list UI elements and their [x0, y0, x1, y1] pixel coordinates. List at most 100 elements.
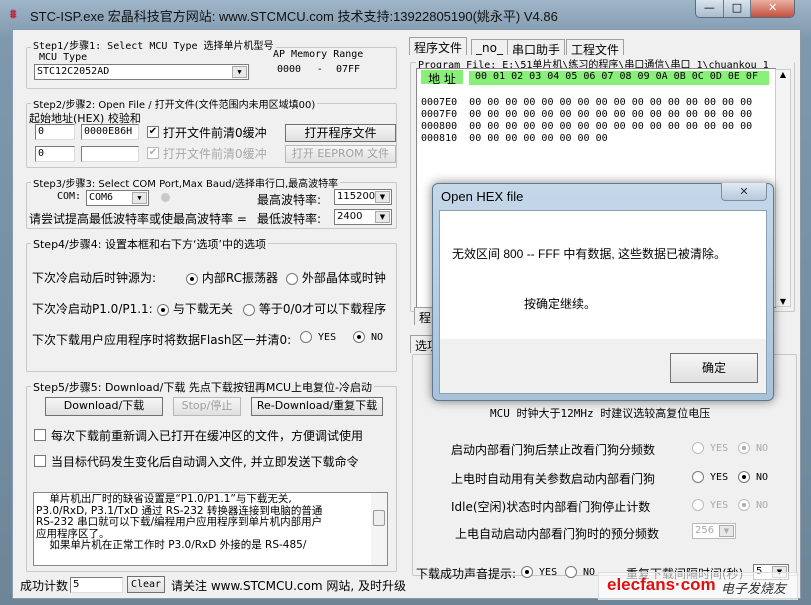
min-baud-select[interactable]: 2400 ▼	[334, 209, 392, 225]
sound-label: 下载成功声音提示:	[416, 567, 517, 581]
step3-title: Step3/步骤3: Select COM Port,Max Baud/选择串行…	[31, 175, 341, 190]
watermark-cn: 电子发烧友	[721, 582, 787, 597]
clock-internal-text: 内部RC振荡器	[201, 271, 278, 285]
watermark-logo: elecfans·com	[607, 575, 716, 594]
radio[interactable]	[738, 499, 750, 511]
success-count-field[interactable]: 5	[70, 577, 123, 593]
reload-before-download-label: 每次下载前重新调入已打开在缓冲区的文件，方便调试使用	[51, 429, 364, 443]
download-button[interactable]: Download/下载	[45, 397, 163, 416]
reload-before-download-checkbox[interactable]	[34, 429, 46, 441]
flash-clear-no-radio[interactable]	[353, 331, 365, 343]
start-address-input[interactable]: 0	[35, 124, 75, 140]
flash-clear-yes-radio[interactable]	[300, 331, 312, 343]
no-text: NO	[583, 567, 596, 578]
dialog-prompt: 按确定继续。	[524, 297, 597, 311]
clear-button[interactable]: Clear	[127, 576, 165, 593]
clock-internal-radio[interactable]	[186, 272, 198, 285]
radio[interactable]	[521, 566, 533, 578]
radio[interactable]	[692, 499, 704, 511]
wdt-option-label: 启动内部看门狗后禁止改看门狗分频数	[451, 443, 656, 457]
p1-independent-radio[interactable]	[157, 303, 169, 316]
p1-zero-option[interactable]: 等于0/0才可以下载程序	[243, 300, 386, 317]
ok-button[interactable]: 确定	[670, 353, 758, 383]
baud-hint: 请尝试提高最低波特率或使最高波特率 =	[29, 212, 247, 226]
scroll-up-icon[interactable]: ▲	[776, 70, 790, 79]
clear-buffer-checkbox[interactable]: ✔	[147, 126, 159, 138]
p1-label: 下次冷启动P1.0/P1.1:	[32, 302, 153, 316]
radio[interactable]	[565, 566, 577, 578]
eeprom-address-input[interactable]: 0	[35, 146, 75, 162]
prescale-value: 256	[695, 525, 715, 536]
scroll-thumb[interactable]	[373, 510, 385, 526]
tab-project-file[interactable]: 工程文件	[566, 39, 625, 57]
p1-zero-radio[interactable]	[243, 303, 255, 316]
radio[interactable]	[692, 442, 704, 454]
hex-scrollbar[interactable]: ▲ ▼	[775, 69, 791, 307]
column-header: 00 01 02 03 04 05 06 07 08 09 0A 0B 0C 0…	[469, 71, 769, 85]
wdt-idle-label: Idle(空闲)状态时内部看门狗停止计数	[451, 500, 651, 514]
max-baud-label: 最高波特率:	[257, 193, 322, 207]
info-textarea[interactable]: 单片机出厂时的缺省设置是“P1.0/P1.1”与下载无关, P3.0/RxD, …	[33, 492, 388, 566]
eeprom-checksum-field[interactable]	[81, 146, 139, 162]
sound-no-option[interactable]: NO	[565, 566, 595, 578]
dialog-close-button[interactable]: ✕	[721, 183, 767, 201]
clock-source-label: 下次冷启动后时钟源为:	[32, 271, 157, 285]
wdt-option-yes[interactable]: YES	[692, 442, 728, 454]
redownload-button[interactable]: Re-Download/重复下载	[251, 397, 383, 416]
prescale-label: 上电自动启动内部看门狗时的预分频数	[455, 527, 660, 541]
maximize-button[interactable]: □	[723, 0, 752, 17]
hex-address: 000800	[421, 121, 458, 132]
status-led-icon	[161, 193, 170, 202]
hex-row: 000810 00 00 00 00 00 00 00 00	[421, 133, 752, 145]
eeprom-clear-label: 打开文件前清0缓冲	[163, 147, 267, 161]
flash-clear-yes-text: YES	[318, 332, 337, 343]
wdt-option-no[interactable]: NO	[738, 442, 768, 454]
wdt-idle-yes[interactable]: YES	[692, 499, 728, 511]
min-baud-value: 2400	[337, 211, 363, 222]
info-scrollbar[interactable]	[371, 493, 387, 565]
eeprom-clear-checkbox[interactable]: ✔	[147, 147, 159, 159]
wdt-auto-no[interactable]: NO	[738, 471, 768, 483]
flash-clear-yes-option[interactable]: YES	[300, 331, 336, 343]
clock-internal-option[interactable]: 内部RC振荡器	[186, 269, 278, 286]
open-program-file-button[interactable]: 打开程序文件	[285, 124, 396, 142]
title-bar: ⩩ STC-ISP.exe 宏晶科技官方网站: www.STCMCU.com 技…	[0, 0, 811, 28]
stop-button[interactable]: Stop/停止	[173, 397, 241, 416]
auto-reload-checkbox[interactable]	[34, 455, 46, 467]
clock-external-radio[interactable]	[286, 272, 298, 285]
tab-no[interactable]: _no_	[471, 39, 508, 55]
sound-yes-option[interactable]: YES	[521, 566, 557, 578]
no-text: NO	[756, 443, 769, 454]
hex-row: 0007F0 00 00 00 00 00 00 00 00 00 00 00 …	[421, 109, 752, 121]
wdt-auto-yes[interactable]: YES	[692, 471, 728, 483]
ap-memory-label: AP Memory Range	[273, 49, 364, 60]
prescale-select[interactable]: 256 ▼	[692, 523, 736, 539]
radio[interactable]	[738, 442, 750, 454]
mcu-type-label: MCU Type	[39, 52, 88, 63]
website-notice: 请关注 www.STCMCU.com 网站, 及时升级	[171, 579, 406, 593]
minimize-button[interactable]: —	[696, 0, 724, 17]
hex-data: 00 00 00 00 00 00 00 00 00 00 00 00 00 0…	[469, 109, 753, 120]
max-baud-select[interactable]: 115200 ▼	[334, 189, 392, 205]
flash-clear-no-option[interactable]: NO	[353, 331, 383, 343]
step1-title: Step1/步骤1: Select MCU Type 选择单片机型号	[31, 37, 276, 52]
window-title: STC-ISP.exe 宏晶科技官方网站: www.STCMCU.com 技术支…	[30, 9, 558, 24]
watermark: elecfans·com 电子发烧友	[598, 572, 798, 600]
checksum-field[interactable]: 0000E86H	[81, 124, 139, 140]
p1-independent-option[interactable]: 与下载无关	[157, 300, 233, 317]
radio[interactable]	[738, 471, 750, 483]
tab-program-file[interactable]: 程序文件	[409, 37, 468, 55]
scroll-down-icon[interactable]: ▼	[776, 297, 790, 306]
close-button[interactable]: ✕	[751, 0, 794, 17]
clock-external-option[interactable]: 外部晶体或时钟	[286, 269, 386, 286]
radio[interactable]	[692, 471, 704, 483]
wdt-idle-no[interactable]: NO	[738, 499, 768, 511]
address-header: 地 址	[421, 70, 463, 86]
wdt-auto-label: 上电时自动用有关参数启动内部看门狗	[451, 472, 656, 486]
mcu-type-select[interactable]: STC12C2052AD ▼	[34, 64, 249, 80]
com-port-select[interactable]: COM6 ▼	[86, 190, 149, 206]
tab-serial-assistant[interactable]: 串口助手	[507, 39, 566, 57]
com-label: COM:	[57, 191, 82, 202]
chevron-down-icon: ▼	[232, 66, 247, 78]
open-eeprom-file-button[interactable]: 打开 EEPROM 文件	[285, 145, 396, 163]
